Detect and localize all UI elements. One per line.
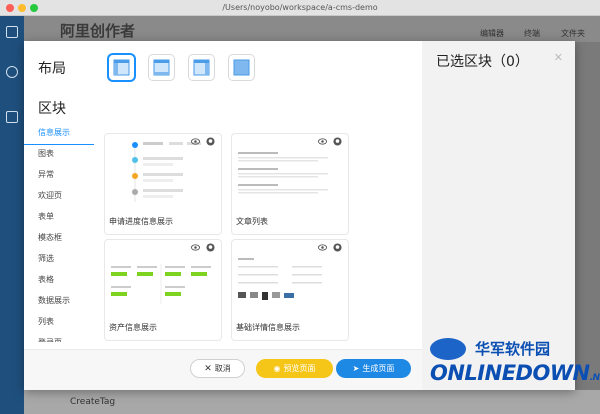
github-icon[interactable]: [206, 243, 215, 252]
timeline-preview: [109, 138, 217, 206]
category-item-chart[interactable]: 图表: [24, 145, 94, 166]
layout-header-aside-content-icon: [113, 59, 130, 76]
dashboard-icon[interactable]: [6, 26, 18, 38]
layout-option-header-content[interactable]: [148, 54, 175, 81]
category-item-list[interactable]: 列表: [24, 313, 94, 334]
eye-icon[interactable]: [191, 137, 200, 146]
left-panel: 布局 区块 信息展示 图表 异常 欢迎页 表单 模态框 筛选 表格 数据展示 列…: [24, 41, 422, 390]
layout-aside-content-icon: [193, 59, 210, 76]
globe-icon: [430, 338, 466, 360]
eye-icon[interactable]: [318, 137, 327, 146]
layout-option-blank[interactable]: [228, 54, 255, 81]
layout-label: 布局: [38, 61, 66, 77]
card-actions: [318, 243, 342, 252]
eye-icon[interactable]: [191, 243, 200, 252]
category-item-form[interactable]: 表单: [24, 208, 94, 229]
window-titlebar: /Users/noyobo/workspace/a-cms-demo: [0, 0, 600, 16]
card-actions: [318, 137, 342, 146]
block-card[interactable]: 基础详情信息展示: [231, 239, 349, 341]
preview-button[interactable]: ◉ 预览页面: [256, 359, 333, 378]
asset-preview: [109, 244, 217, 312]
block-label: 区块: [38, 101, 66, 117]
block-card[interactable]: 资产信息展示: [104, 239, 222, 341]
block-icon[interactable]: [6, 66, 18, 78]
window-path: /Users/noyobo/workspace/a-cms-demo: [222, 3, 378, 12]
eye-icon[interactable]: [318, 243, 327, 252]
app-title: 阿里创作者: [60, 22, 136, 40]
maximize-window-button[interactable]: [30, 4, 38, 12]
card-title: 文章列表: [236, 217, 268, 226]
detail-preview: [236, 244, 344, 312]
close-icon[interactable]: ✕: [554, 51, 563, 64]
category-item-filter[interactable]: 筛选: [24, 250, 94, 271]
category-list: 信息展示 图表 异常 欢迎页 表单 模态框 筛选 表格 数据展示 列表 登录页: [24, 124, 94, 342]
cancel-button[interactable]: ✕ 取消: [190, 359, 245, 378]
preview-button-label: 预览页面: [283, 364, 316, 373]
close-window-button[interactable]: [6, 4, 14, 12]
category-item-welcome[interactable]: 欢迎页: [24, 187, 94, 208]
generate-button-label: 生成页面: [362, 364, 395, 373]
card-actions: [191, 137, 215, 146]
toolbar-folder[interactable]: 文件夹: [561, 28, 585, 39]
category-item-modal[interactable]: 模态框: [24, 229, 94, 250]
card-title: 申请进度信息展示: [109, 217, 173, 226]
settings-icon[interactable]: [6, 111, 18, 123]
category-item-exception[interactable]: 异常: [24, 166, 94, 187]
github-icon[interactable]: [206, 137, 215, 146]
layout-blank-icon: [233, 59, 250, 76]
toolbar-terminal[interactable]: 终端: [524, 28, 540, 39]
github-icon[interactable]: [333, 137, 342, 146]
block-card[interactable]: 文章列表: [231, 133, 349, 235]
watermark-line2: ONLINEDOWN.NET: [430, 361, 600, 385]
eye-icon: ◉: [273, 364, 281, 373]
block-card[interactable]: 申请进度信息展示: [104, 133, 222, 235]
toolbar-editor[interactable]: 编辑器: [480, 28, 504, 39]
card-title: 基础详情信息展示: [236, 323, 300, 332]
category-item-info[interactable]: 信息展示: [24, 124, 94, 145]
selected-blocks-title: 已选区块（0）: [436, 54, 529, 70]
article-list-preview: [236, 138, 344, 206]
card-actions: [191, 243, 215, 252]
layout-option-header-aside-content[interactable]: [108, 54, 135, 81]
category-item-data-display[interactable]: 数据展示: [24, 292, 94, 313]
watermark-line1: 华军软件园: [475, 340, 551, 358]
modal-footer: ✕ 取消 ◉ 预览页面 ➤ 生成页面: [24, 349, 422, 390]
layout-option-aside-content[interactable]: [188, 54, 215, 81]
send-icon: ➤: [352, 364, 360, 373]
watermark-logo: 华军软件园 ONLINEDOWN.NET: [420, 336, 600, 404]
app-sidebar: [0, 16, 24, 414]
cancel-button-label: 取消: [214, 364, 231, 373]
generate-button[interactable]: ➤ 生成页面: [336, 359, 411, 378]
minimize-window-button[interactable]: [18, 4, 26, 12]
close-icon: ✕: [204, 363, 212, 374]
card-title: 资产信息展示: [109, 323, 157, 332]
category-item-table[interactable]: 表格: [24, 271, 94, 292]
category-item-login[interactable]: 登录页: [24, 334, 94, 342]
layout-header-content-icon: [153, 59, 170, 76]
github-icon[interactable]: [333, 243, 342, 252]
bottom-row-label[interactable]: CreateTag: [70, 397, 115, 407]
